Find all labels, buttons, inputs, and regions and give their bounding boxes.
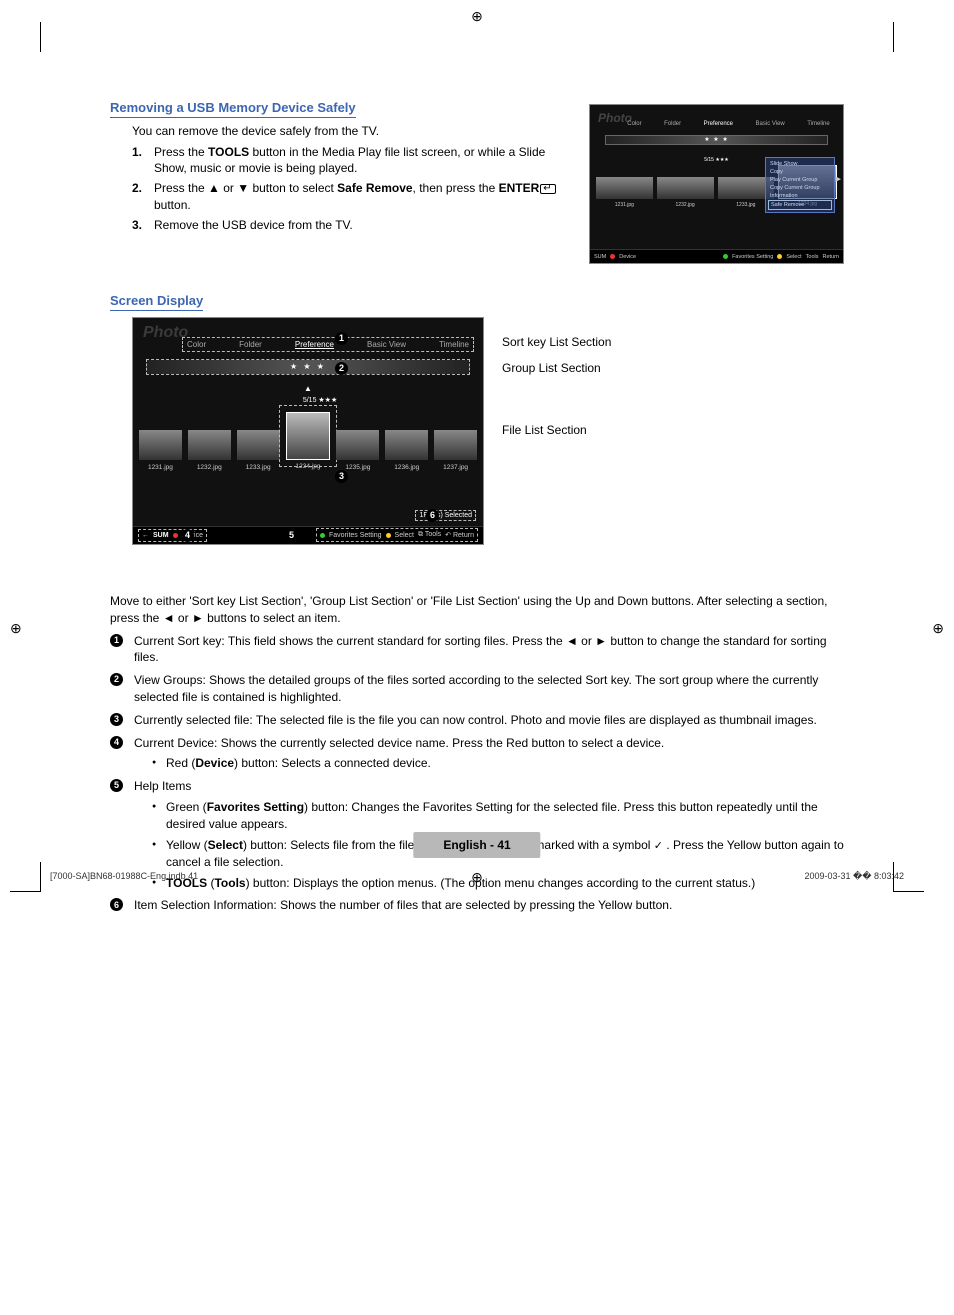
step-3: 3. Remove the USB device from the TV. bbox=[132, 217, 560, 233]
registration-mark-bottom: ⊕ bbox=[471, 869, 483, 886]
crop-mark bbox=[40, 862, 41, 892]
section-heading-screen: Screen Display bbox=[110, 293, 203, 311]
item-1: 1Current Sort key: This field shows the … bbox=[110, 633, 844, 667]
section-heading-usb: Removing a USB Memory Device Safely bbox=[110, 100, 356, 118]
callout-5: 5 bbox=[285, 529, 298, 542]
callout-4: 4 bbox=[181, 529, 194, 542]
tv-screenshot-large: Photo Color Folder Preference Basic View… bbox=[132, 317, 484, 545]
callout-1: 1 bbox=[335, 332, 348, 345]
enter-icon bbox=[540, 184, 556, 194]
context-menu: Slide Show Copy Play Current Group Copy … bbox=[765, 157, 835, 213]
tv-screenshot-small: Photo Color Folder Preference Basic View… bbox=[589, 104, 844, 264]
registration-mark-left: ⊕ bbox=[10, 620, 22, 637]
crop-mark bbox=[893, 22, 894, 52]
page-footer: English - 41 bbox=[413, 832, 540, 858]
check-icon: ✓ bbox=[654, 840, 663, 852]
registration-mark-right: ⊕ bbox=[932, 620, 944, 637]
annotation-filelist: File List Section bbox=[502, 423, 587, 437]
item-2: 2View Groups: Shows the detailed groups … bbox=[110, 672, 844, 706]
item-3: 3Currently selected file: The selected f… bbox=[110, 712, 844, 729]
callout-6: 6 bbox=[426, 509, 439, 522]
crop-mark bbox=[10, 891, 40, 892]
body-text: Move to either 'Sort key List Section', … bbox=[110, 593, 844, 914]
callout-3: 3 bbox=[335, 470, 348, 483]
crop-mark bbox=[40, 22, 41, 52]
item-6: 6Item Selection Information: Shows the n… bbox=[110, 897, 844, 914]
annotation-group: Group List Section bbox=[502, 361, 601, 375]
callout-2: 2 bbox=[335, 362, 348, 375]
crop-mark bbox=[894, 891, 924, 892]
steps-list: 1. Press the TOOLS button in the Media P… bbox=[132, 144, 560, 233]
registration-mark-top: ⊕ bbox=[471, 8, 483, 25]
triangle-up-icon: ▲ bbox=[304, 384, 312, 393]
annotation-sortkey: Sort key List Section bbox=[502, 335, 611, 349]
step-2: 2. Press the ▲ or ▼ button to select Saf… bbox=[132, 180, 560, 212]
arrow-right-icon: ▶ bbox=[836, 175, 841, 183]
item-4: 4Current Device: Shows the currently sel… bbox=[110, 735, 844, 773]
crop-mark bbox=[893, 862, 894, 892]
step-1: 1. Press the TOOLS button in the Media P… bbox=[132, 144, 560, 176]
